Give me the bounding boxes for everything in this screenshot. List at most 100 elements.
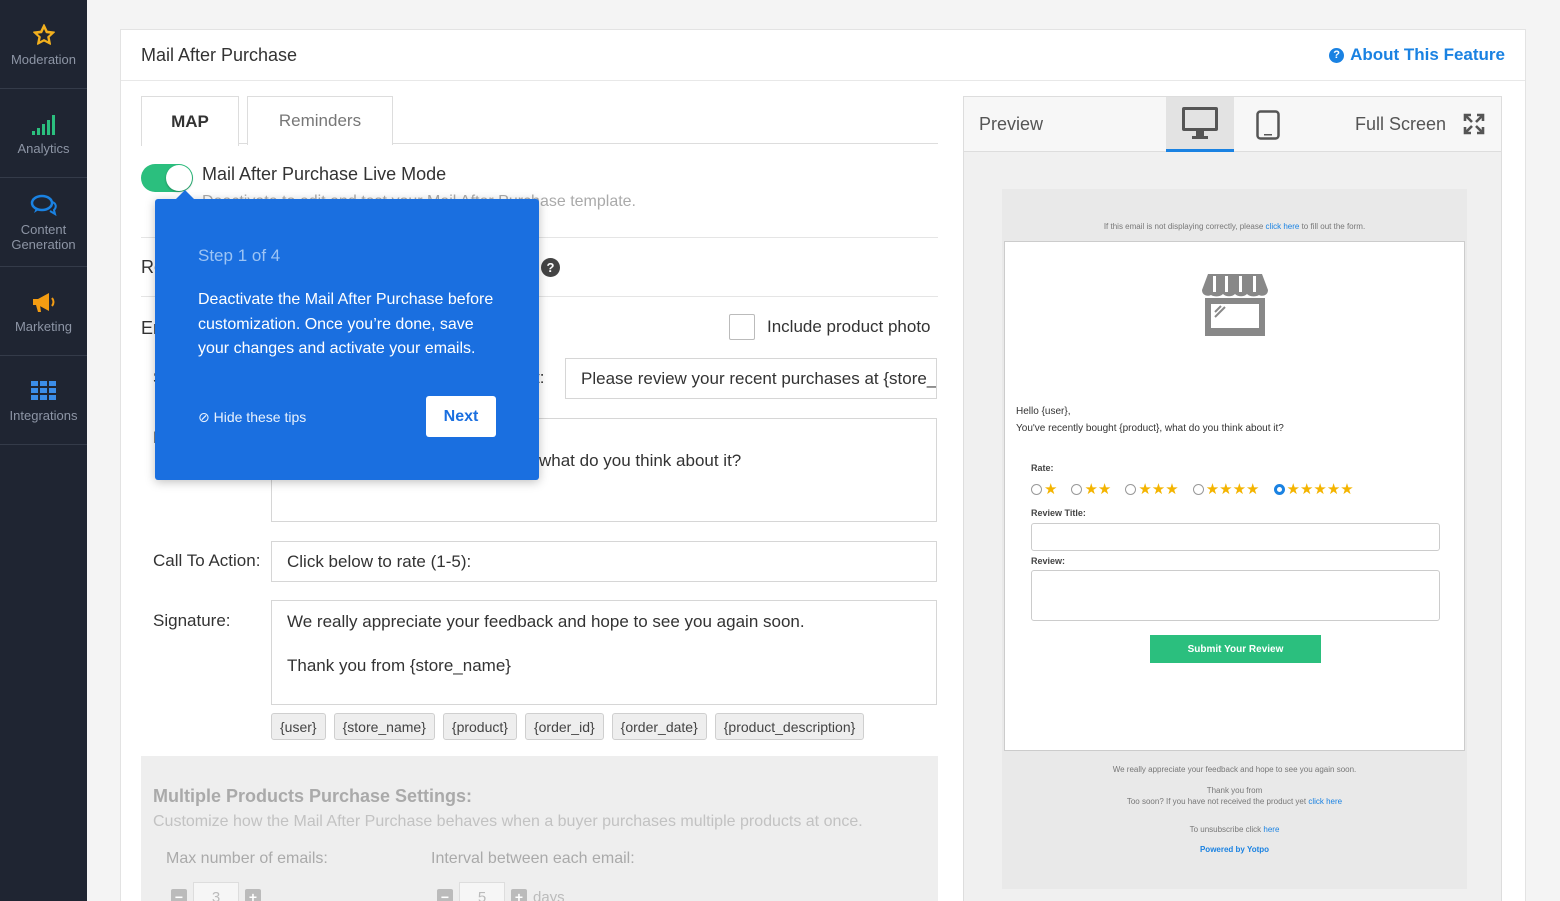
multi-products-title: Multiple Products Purchase Settings: (153, 786, 473, 806)
review-label: Review: (1031, 556, 1066, 566)
fullscreen-button[interactable]: Full Screen (1355, 112, 1486, 136)
chat-bubbles-icon (30, 192, 58, 218)
include-photo-label: Include product photo (767, 317, 931, 336)
email-top-link[interactable]: click here (1266, 222, 1300, 231)
star-icon: ★★ (1084, 481, 1112, 498)
help-icon[interactable]: ? (541, 258, 560, 277)
hide-tips-link[interactable]: ⊘ Hide these tips (198, 409, 306, 426)
powered-by: Powered by Yotpo (1002, 844, 1467, 855)
sidebar-item-label: Integrations (9, 407, 78, 423)
email-top-text-end: to fill out the form. (1301, 222, 1366, 231)
toggle-knob (166, 165, 192, 191)
sidebar-item-label: Analytics (17, 140, 70, 156)
star-icon: ★★★ (1138, 481, 1179, 498)
radio-icon (1071, 483, 1083, 495)
sidebar-item-analytics[interactable]: Analytics (0, 89, 87, 178)
rating-option-1[interactable]: ★ (1031, 480, 1057, 498)
star-icon: ★★★★ (1205, 481, 1260, 498)
tablet-view-button[interactable] (1234, 97, 1302, 152)
rating-option-2[interactable]: ★★ (1071, 480, 1111, 498)
sidebar-item-integrations[interactable]: Integrations (0, 356, 87, 445)
max-emails-stepper: − 3 + (171, 882, 261, 901)
email-footer-line3: Too soon? If you have not received the p… (1002, 796, 1467, 807)
unsubscribe-text: To unsubscribe click (1189, 825, 1262, 834)
email-top-text: If this email is not displaying correctl… (1103, 222, 1264, 231)
tooltip-arrow (175, 190, 195, 200)
review-title-input[interactable] (1031, 523, 1440, 551)
preview-header: Preview Full Screen (964, 97, 1501, 152)
preview-panel: Preview Full Screen If this email is not… (963, 96, 1502, 901)
fullscreen-label: Full Screen (1354, 113, 1446, 134)
email-top-notice: If this email is not displaying correctl… (1002, 222, 1467, 231)
email-preview: If this email is not displaying correctl… (1002, 189, 1467, 889)
grid-icon (30, 378, 58, 404)
tab-map[interactable]: MAP (141, 96, 239, 146)
page-title: Mail After Purchase (141, 44, 298, 65)
sidebar-item-marketing[interactable]: Marketing (0, 267, 87, 356)
sidebar-item-moderation[interactable]: Moderation (0, 0, 87, 89)
preview-label: Preview (979, 114, 1044, 134)
onboarding-tooltip: Step 1 of 4 Deactivate the Mail After Pu… (155, 190, 539, 480)
radio-icon (1192, 483, 1204, 495)
sidebar-item-content-generation[interactable]: Content Generation (0, 178, 87, 267)
question-circle-icon: ? (1329, 47, 1345, 63)
next-button[interactable]: Next (426, 396, 496, 437)
rate-label: Rate: (1031, 463, 1054, 473)
tag-product-description[interactable]: {product_description} (714, 713, 865, 740)
rating-option-5[interactable]: ★★★★★ (1273, 480, 1354, 498)
desktop-view-button[interactable] (1166, 97, 1234, 152)
radio-icon (1031, 483, 1042, 495)
cta-input[interactable]: Click below to rate (1-5): (271, 541, 937, 582)
tag-store-name[interactable]: {store_name} (333, 713, 435, 740)
live-mode-title: Mail After Purchase Live Mode (202, 164, 447, 184)
sidebar: Moderation Analytics Content Generation … (0, 0, 87, 901)
email-footer-line3-text: Too soon? If you have not received the p… (1126, 797, 1307, 806)
tag-user[interactable]: {user} (271, 713, 326, 740)
megaphone-icon (30, 289, 58, 315)
storefront-icon (1200, 272, 1270, 343)
review-title-label: Review Title: (1031, 508, 1086, 518)
interval-stepper: − 5 + days (437, 882, 565, 901)
variable-tags: {user} {store_name} {product} {order_id}… (271, 713, 865, 740)
star-icon: ★ (1044, 481, 1058, 498)
signature-line-2: Thank you from {store_name} (287, 656, 511, 675)
sidebar-item-label: Content Generation (11, 222, 76, 252)
email-footer-link[interactable]: click here (1308, 797, 1342, 806)
tag-order-id[interactable]: {order_id} (524, 713, 604, 740)
tooltip-body: Deactivate the Mail After Purchase befor… (198, 291, 494, 357)
email-footer: We really appreciate your feedback and h… (1002, 764, 1467, 807)
plus-icon[interactable]: + (511, 889, 527, 901)
sidebar-item-label: Moderation (10, 51, 77, 67)
plus-icon[interactable]: + (245, 889, 261, 901)
max-emails-label: Max number of emails: (166, 850, 328, 867)
unsubscribe-link[interactable]: here (1263, 825, 1279, 834)
signature-textarea[interactable]: We really appreciate your feedback and h… (271, 600, 937, 705)
expand-icon (1463, 113, 1485, 135)
subject-input[interactable]: Please review your recent purchases at {… (565, 358, 937, 399)
submit-review-button[interactable]: Submit Your Review (1150, 635, 1321, 663)
tab-reminders[interactable]: Reminders (247, 96, 393, 145)
rating-option-4[interactable]: ★★★★ (1192, 480, 1260, 498)
include-photo-checkbox[interactable] (729, 314, 755, 340)
multi-products-description: Customize how the Mail After Purchase be… (153, 813, 863, 830)
live-mode-toggle[interactable] (141, 164, 193, 192)
powered-by-link[interactable]: Powered by Yotpo (1200, 845, 1269, 854)
radio-icon (1125, 483, 1137, 495)
about-feature-link[interactable]: ? About This Feature (1329, 45, 1505, 65)
interval-label: Interval between each email: (431, 850, 635, 867)
email-greeting-line: Hello {user}, (1016, 406, 1071, 417)
sidebar-item-label: Marketing (14, 318, 73, 334)
rating-options: ★ ★★ ★★★ ★★★★ ★★★★★ (1031, 480, 1354, 498)
minus-icon[interactable]: − (171, 889, 187, 901)
review-textarea[interactable] (1031, 570, 1440, 621)
minus-icon[interactable]: − (437, 889, 453, 901)
rating-option-3[interactable]: ★★★ (1125, 480, 1179, 498)
tag-order-date[interactable]: {order_date} (611, 713, 707, 740)
unsubscribe: To unsubscribe click here (1002, 824, 1467, 835)
email-footer-line2: Thank you from (1206, 786, 1263, 795)
star-icon: ★★★★★ (1286, 481, 1354, 498)
desktop-icon (1182, 107, 1218, 139)
max-emails-value[interactable]: 3 (193, 882, 239, 901)
interval-value[interactable]: 5 (459, 882, 505, 901)
tag-product[interactable]: {product} (442, 713, 517, 740)
